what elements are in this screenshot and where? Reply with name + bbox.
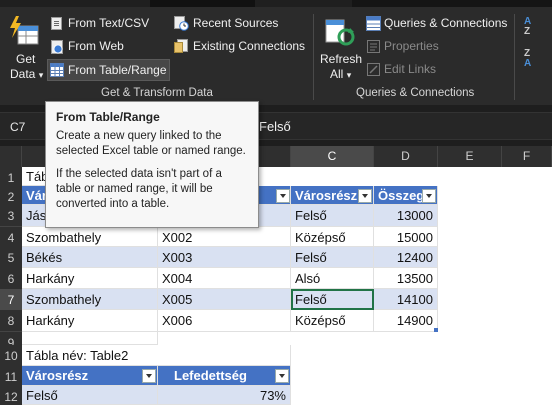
edit-links-icon — [367, 63, 380, 76]
column-header-d[interactable]: D — [374, 146, 438, 167]
tooltip-description: Create a new query linked to the selecte… — [56, 130, 246, 157]
row-header-6[interactable]: 6 — [0, 268, 22, 290]
refresh-label-2: All ▾ — [330, 67, 352, 81]
chevron-down-icon: ▾ — [346, 70, 352, 80]
column-header-f[interactable]: F — [502, 146, 552, 167]
cell-a11[interactable]: Városrész — [22, 366, 158, 386]
recent-sources-label: Recent Sources — [193, 16, 279, 30]
properties-icon — [367, 40, 380, 53]
cell-a7[interactable]: Szombathely — [22, 289, 158, 310]
existing-connections-icon — [174, 39, 188, 53]
cell-c2-label: Városrész — [295, 188, 358, 203]
recent-sources-button[interactable]: Recent Sources — [172, 15, 282, 33]
ribbon-separator — [313, 14, 314, 100]
queries-icon — [366, 16, 381, 31]
cell-a8[interactable]: Harkány — [22, 310, 158, 332]
cell-b8[interactable]: X006 — [158, 310, 291, 332]
select-all-corner[interactable] — [0, 146, 22, 167]
queries-connections-label: Queries & Connections — [384, 16, 508, 30]
cell-b6[interactable]: X004 — [158, 268, 291, 289]
ribbon-separator — [514, 14, 515, 100]
refresh-label-1: Refresh — [320, 52, 363, 66]
properties-label: Properties — [384, 39, 439, 53]
cell-b12[interactable]: 73% — [158, 386, 291, 405]
cell-c8[interactable]: Középső — [291, 310, 374, 332]
row-header-3[interactable]: 3 — [0, 205, 22, 227]
cell-d8[interactable]: 14900 — [374, 310, 438, 332]
column-header-c[interactable]: C — [291, 146, 374, 167]
recent-sources-icon — [174, 16, 189, 31]
row-header-10[interactable]: 10 — [0, 345, 22, 367]
row-header-12[interactable]: 12 — [0, 386, 22, 405]
table-resize-handle[interactable] — [434, 328, 438, 332]
tooltip-title: From Table/Range — [56, 110, 160, 124]
ribbon-top-strip — [0, 0, 552, 7]
cell-a9[interactable] — [22, 332, 158, 345]
from-web-label: From Web — [68, 39, 124, 53]
cell-c4[interactable]: Középső — [291, 227, 374, 247]
edit-links-button[interactable]: Edit Links — [364, 61, 464, 79]
cell-c6[interactable]: Alsó — [291, 268, 374, 289]
cell-a5[interactable]: Békés — [22, 247, 158, 268]
table-icon — [50, 63, 64, 77]
row-header-8[interactable]: 8 — [0, 310, 22, 332]
refresh-all-button[interactable]: Refresh All ▾ — [318, 14, 364, 84]
cell-a12[interactable]: Felső — [22, 386, 158, 405]
formula-input[interactable]: Felső — [259, 117, 291, 137]
sort-z-to-a-icon[interactable]: ZA — [524, 49, 544, 73]
sort-a-to-z-icon[interactable]: AZ — [524, 17, 544, 41]
cell-d2-label: Összeg — [378, 188, 425, 203]
cell-d5[interactable]: 12400 — [374, 247, 438, 268]
group-label-get-transform: Get & Transform Data — [101, 87, 213, 99]
get-data-label-1: Get — [16, 52, 36, 66]
cell-a4[interactable]: Szombathely — [22, 227, 158, 247]
refresh-icon — [325, 19, 355, 46]
cell-d7[interactable]: 14100 — [374, 289, 438, 310]
from-web-button[interactable]: From Web — [48, 38, 158, 56]
chevron-down-icon: ▾ — [38, 70, 44, 80]
from-text-csv-label: From Text/CSV — [68, 16, 150, 30]
get-data-icon — [10, 16, 39, 45]
get-data-button[interactable]: Get Data ▾ — [4, 14, 44, 84]
row-header-5[interactable]: 5 — [0, 247, 22, 269]
row-header-7[interactable]: 7 — [0, 289, 22, 311]
cell-b5[interactable]: X003 — [158, 247, 291, 268]
cell-d4[interactable]: 15000 — [374, 227, 438, 247]
cell-c7-selected[interactable]: Felső — [291, 289, 374, 310]
column-header-e[interactable]: E — [438, 146, 502, 167]
cell-d6[interactable]: 13500 — [374, 268, 438, 289]
from-table-range-label: From Table/Range — [68, 63, 167, 77]
filter-dropdown-icon[interactable] — [422, 189, 436, 203]
cell-b4[interactable]: X002 — [158, 227, 291, 247]
edit-links-label: Edit Links — [384, 62, 437, 76]
cell-c5[interactable]: Felső — [291, 247, 374, 268]
filter-dropdown-icon[interactable] — [275, 369, 289, 383]
from-table-range-tooltip: From Table/Range Create a new query link… — [45, 101, 259, 228]
tooltip-note: If the selected data isn't part of a tab… — [56, 168, 222, 210]
queries-connections-button[interactable]: Queries & Connections — [364, 15, 514, 33]
filter-dropdown-icon[interactable] — [358, 189, 372, 203]
from-text-csv-button[interactable]: From Text/CSV — [48, 15, 158, 33]
cell-a6[interactable]: Harkány — [22, 268, 158, 289]
group-label-queries: Queries & Connections — [356, 87, 475, 99]
filter-dropdown-icon[interactable] — [276, 189, 290, 203]
web-page-icon — [51, 40, 63, 54]
existing-connections-button[interactable]: Existing Connections — [172, 38, 307, 56]
row-header-11[interactable]: 11 — [0, 366, 22, 388]
existing-connections-label: Existing Connections — [193, 39, 306, 53]
text-file-icon — [51, 17, 62, 30]
properties-button[interactable]: Properties — [364, 38, 464, 56]
cell-b7[interactable]: X005 — [158, 289, 291, 310]
from-table-range-button[interactable]: From Table/Range — [47, 59, 170, 81]
cell-a10[interactable]: Tábla név: Table2 — [22, 345, 291, 366]
cell-d3[interactable]: 13000 — [374, 205, 438, 227]
filter-dropdown-icon[interactable] — [142, 369, 156, 383]
row-header-4[interactable]: 4 — [0, 227, 22, 249]
get-data-label-2: Data ▾ — [10, 67, 44, 81]
cell-a11-label: Városrész — [26, 368, 89, 383]
cell-c3[interactable]: Felső — [291, 205, 374, 227]
cell-b11[interactable]: Lefedettség — [158, 366, 291, 386]
ribbon: Get Data ▾ From Text/CSV From Web From T… — [0, 0, 552, 105]
cell-b11-label: Lefedettség — [174, 368, 247, 383]
